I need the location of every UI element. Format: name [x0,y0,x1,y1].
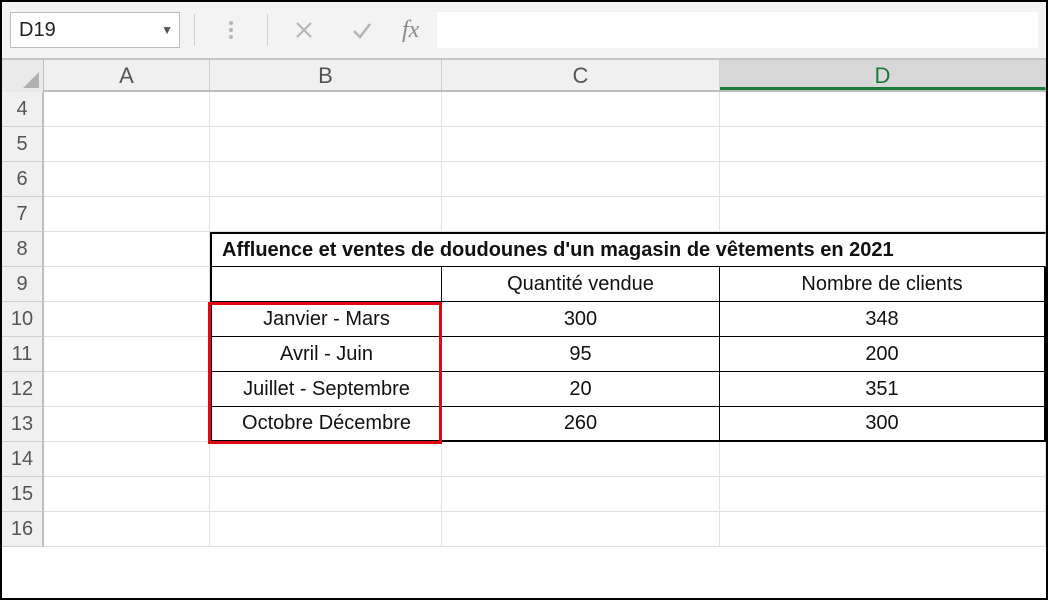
col-header-A[interactable]: A [44,60,210,90]
table-row: 7 [2,197,1046,232]
select-all-triangle[interactable] [2,60,44,92]
cell-B13[interactable]: Octobre Décembre [210,407,442,442]
cell-C13[interactable]: 260 [442,407,720,442]
cell-D6[interactable] [720,162,1046,197]
cell-D10[interactable]: 348 [720,302,1046,337]
row-header[interactable]: 13 [2,407,44,442]
table-row: 16 [2,512,1046,547]
cell-A9[interactable] [44,267,210,302]
cell-D14[interactable] [720,442,1046,477]
cell-B14[interactable] [210,442,442,477]
table-row: 9 Quantité vendue Nombre de clients [2,267,1046,302]
row-header[interactable]: 4 [2,92,44,127]
table-row: 11 Avril - Juin 95 200 [2,337,1046,372]
formula-bar: D19 ▼ fx [2,2,1046,60]
col-header-C[interactable]: C [442,60,720,90]
cell-C11[interactable]: 95 [442,337,720,372]
cell-B12[interactable]: Juillet - Septembre [210,372,442,407]
cell-D7[interactable] [720,197,1046,232]
row-header[interactable]: 15 [2,477,44,512]
cell-D12[interactable]: 351 [720,372,1046,407]
more-icon[interactable] [209,12,253,48]
cell-D15[interactable] [720,477,1046,512]
cell-A12[interactable] [44,372,210,407]
spreadsheet-grid[interactable]: A B C D 4 5 6 7 [2,60,1046,547]
cell-A16[interactable] [44,512,210,547]
row-header[interactable]: 9 [2,267,44,302]
cell-D4[interactable] [720,92,1046,127]
cell-B10[interactable]: Janvier - Mars [210,302,442,337]
row-header[interactable]: 7 [2,197,44,232]
table-row: 12 Juillet - Septembre 20 351 [2,372,1046,407]
cell-C5[interactable] [442,127,720,162]
name-box-value: D19 [19,19,56,42]
name-box[interactable]: D19 ▼ [10,12,180,48]
cell-B7[interactable] [210,197,442,232]
cell-B6[interactable] [210,162,442,197]
rows: 4 5 6 7 [2,92,1046,547]
divider [194,14,195,46]
table-row: 4 [2,92,1046,127]
cell-C12[interactable]: 20 [442,372,720,407]
cell-B15[interactable] [210,477,442,512]
cell-C4[interactable] [442,92,720,127]
row-header[interactable]: 5 [2,127,44,162]
fx-icon[interactable]: fx [398,17,423,44]
cell-C6[interactable] [442,162,720,197]
cell-A5[interactable] [44,127,210,162]
col-header-B[interactable]: B [210,60,442,90]
cell-D16[interactable] [720,512,1046,547]
cell-A15[interactable] [44,477,210,512]
cell-A6[interactable] [44,162,210,197]
row-header[interactable]: 6 [2,162,44,197]
cell-A11[interactable] [44,337,210,372]
divider [267,14,268,46]
cell-C9[interactable]: Quantité vendue [442,267,720,302]
cell-B8-title[interactable]: Affluence et ventes de doudounes d'un ma… [210,232,1046,267]
cell-C15[interactable] [442,477,720,512]
row-header[interactable]: 12 [2,372,44,407]
cell-A7[interactable] [44,197,210,232]
cell-B11[interactable]: Avril - Juin [210,337,442,372]
cell-C7[interactable] [442,197,720,232]
cell-A10[interactable] [44,302,210,337]
cell-B16[interactable] [210,512,442,547]
row-header[interactable]: 16 [2,512,44,547]
formula-input[interactable] [437,12,1038,48]
table-row: 15 [2,477,1046,512]
table-row: 5 [2,127,1046,162]
table-row: 8 Affluence et ventes de doudounes d'un … [2,232,1046,267]
table-row: 10 Janvier - Mars 300 348 [2,302,1046,337]
row-header[interactable]: 8 [2,232,44,267]
cell-D11[interactable]: 200 [720,337,1046,372]
cell-D13[interactable]: 300 [720,407,1046,442]
cell-C16[interactable] [442,512,720,547]
column-header-row: A B C D [2,60,1046,92]
cell-A8[interactable] [44,232,210,267]
table-row: 6 [2,162,1046,197]
cell-A4[interactable] [44,92,210,127]
cell-B9[interactable] [210,267,442,302]
row-header[interactable]: 11 [2,337,44,372]
cell-D9[interactable]: Nombre de clients [720,267,1046,302]
row-header[interactable]: 10 [2,302,44,337]
table-row: 13 Octobre Décembre 260 300 [2,407,1046,442]
cell-C10[interactable]: 300 [442,302,720,337]
row-header[interactable]: 14 [2,442,44,477]
cell-A13[interactable] [44,407,210,442]
cell-C14[interactable] [442,442,720,477]
cell-A14[interactable] [44,442,210,477]
cell-B5[interactable] [210,127,442,162]
cancel-icon[interactable] [282,12,326,48]
table-row: 14 [2,442,1046,477]
chevron-down-icon[interactable]: ▼ [161,23,173,37]
col-header-D[interactable]: D [720,60,1046,90]
enter-icon[interactable] [340,12,384,48]
cell-D5[interactable] [720,127,1046,162]
cell-B4[interactable] [210,92,442,127]
